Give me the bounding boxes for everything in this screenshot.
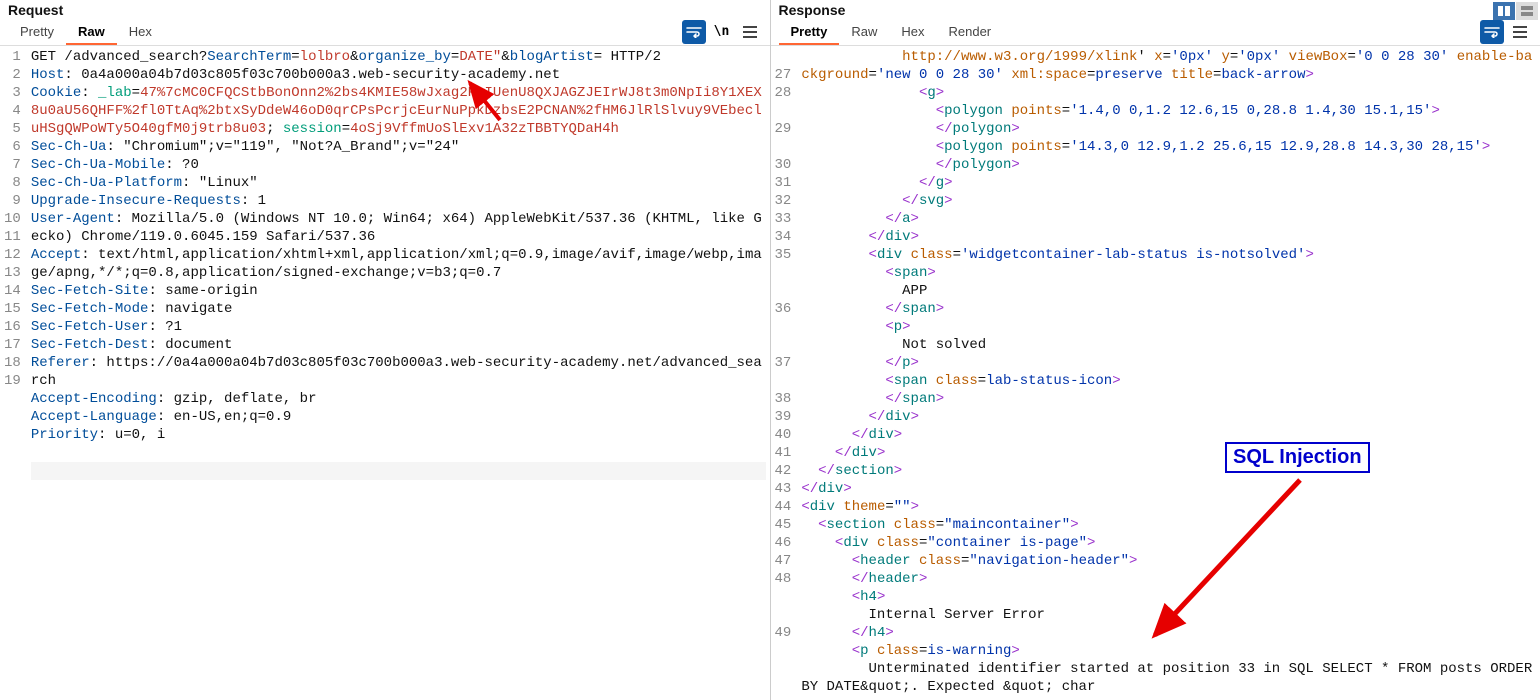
hamburger-icon-resp[interactable] — [1508, 20, 1532, 44]
layout-toggles — [1492, 2, 1538, 20]
hamburger-icon[interactable] — [738, 20, 762, 44]
response-code[interactable]: 2728293031323334353637383940414243444546… — [771, 46, 1540, 700]
request-header: Request — [0, 0, 770, 18]
request-code[interactable]: 12345678910111213141516171819 GET /advan… — [0, 46, 770, 700]
tab-raw-resp[interactable]: Raw — [839, 18, 889, 45]
request-panel: Request Pretty Raw Hex \n 12345678910111… — [0, 0, 771, 700]
response-panel: Response Pretty Raw Hex Render 272829303… — [771, 0, 1540, 700]
layout-rows-icon[interactable] — [1516, 2, 1538, 20]
tab-pretty-resp[interactable]: Pretty — [779, 18, 840, 45]
response-tabs: Pretty Raw Hex Render — [771, 18, 1540, 46]
request-title: Request — [8, 2, 63, 18]
tab-raw[interactable]: Raw — [66, 18, 117, 45]
layout-columns-icon[interactable] — [1493, 2, 1515, 20]
wrap-icon-resp[interactable] — [1480, 20, 1504, 44]
tab-hex-resp[interactable]: Hex — [889, 18, 936, 45]
newline-icon[interactable]: \n — [710, 20, 734, 44]
request-tabs: Pretty Raw Hex \n — [0, 18, 770, 46]
annotation-label: SQL Injection — [1225, 442, 1370, 473]
response-title: Response — [779, 2, 846, 18]
tab-hex[interactable]: Hex — [117, 18, 164, 45]
wrap-icon[interactable] — [682, 20, 706, 44]
response-header: Response — [771, 0, 1540, 18]
tab-pretty[interactable]: Pretty — [8, 18, 66, 45]
tab-render-resp[interactable]: Render — [937, 18, 1004, 45]
